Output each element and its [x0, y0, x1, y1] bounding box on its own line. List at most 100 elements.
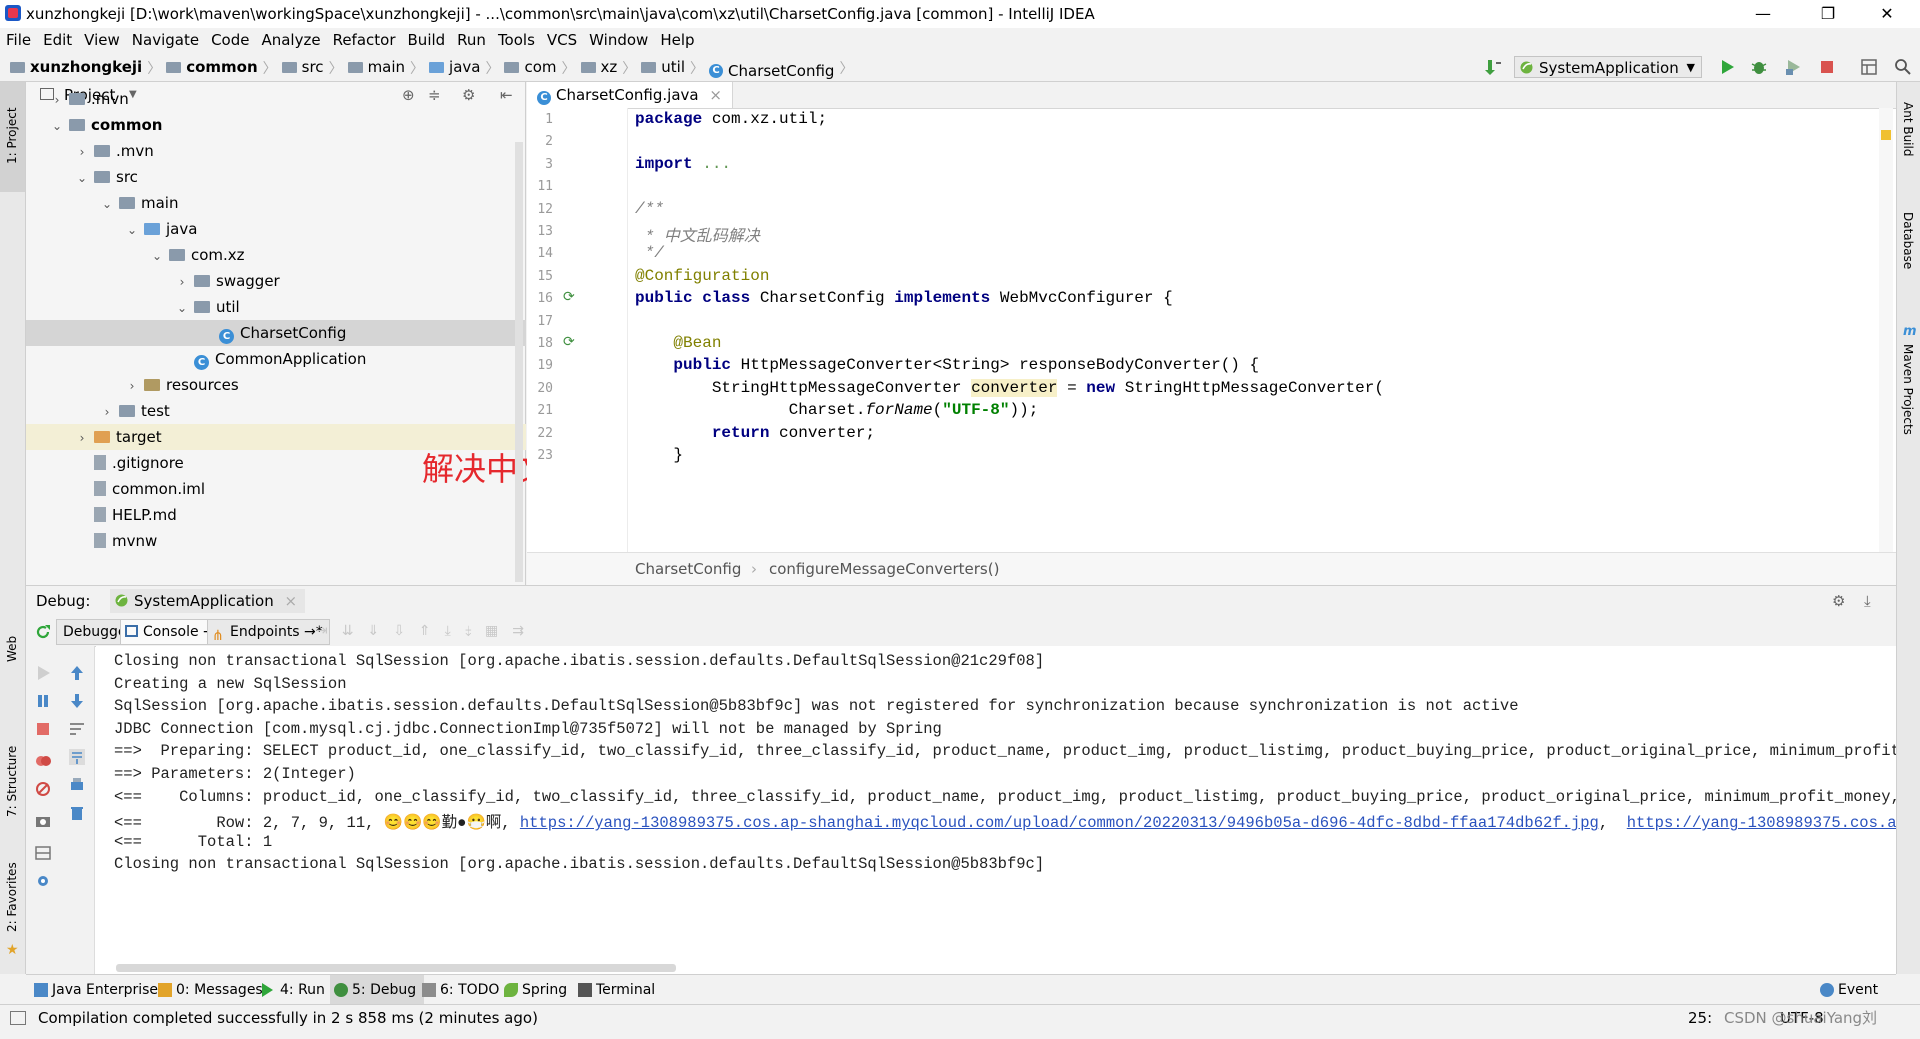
chevron-right-icon[interactable]: ›	[176, 269, 188, 295]
tree-node[interactable]: › swagger	[26, 268, 526, 294]
menu-build[interactable]: Build	[402, 28, 452, 52]
mute-breakpoints-icon[interactable]	[34, 780, 52, 798]
chevron-right-icon[interactable]: ›	[51, 87, 63, 113]
tool-tab-messages[interactable]: 0: Messages	[154, 975, 263, 1005]
chevron-down-icon[interactable]: ⌄	[151, 243, 163, 269]
breadcrumb-method[interactable]: configureMessageConverters()	[769, 553, 999, 586]
project-structure-icon[interactable]	[1860, 58, 1878, 76]
code-line[interactable]: public class CharsetConfig implements We…	[635, 289, 1173, 307]
spring-bean-gutter-icon[interactable]: ⟳	[563, 289, 575, 305]
code-line[interactable]: * 中文乱码解决	[635, 222, 760, 246]
print-icon[interactable]	[68, 776, 86, 794]
menu-navigate[interactable]: Navigate	[126, 28, 205, 52]
menu-code[interactable]: Code	[205, 28, 255, 52]
menu-window[interactable]: Window	[583, 28, 654, 52]
chevron-right-icon[interactable]: ›	[76, 425, 88, 451]
crumb-module[interactable]: common	[166, 52, 258, 82]
project-tool-tab[interactable]: 1: Project	[0, 82, 25, 192]
tree-node[interactable]: ⌄ java	[26, 216, 526, 242]
crumb-xz[interactable]: xz	[580, 52, 617, 82]
chevron-right-icon[interactable]: ›	[126, 373, 138, 399]
menu-tools[interactable]: Tools	[492, 28, 541, 52]
debug-session-tab[interactable]: SystemApplication ×	[110, 589, 306, 613]
gear-icon[interactable]: ⚙	[1832, 586, 1845, 616]
ant-build-tool-tab[interactable]: Ant Build	[1901, 102, 1915, 156]
tree-node[interactable]: ⌄ util	[26, 294, 526, 320]
pause-icon[interactable]	[34, 692, 52, 710]
spring-bean-gutter-icon[interactable]: ⟳	[563, 334, 575, 350]
web-tool-tab[interactable]: Web	[5, 636, 19, 662]
crumb-util[interactable]: util	[641, 52, 685, 82]
tree-node[interactable]: C CharsetConfig	[26, 320, 526, 346]
warning-marker[interactable]	[1881, 130, 1891, 140]
trash-icon[interactable]	[68, 804, 86, 822]
tree-node[interactable]: › test	[26, 398, 526, 424]
structure-tool-tab[interactable]: 7: Structure	[5, 746, 19, 817]
code-line[interactable]: StringHttpMessageConverter converter = n…	[635, 378, 1384, 397]
code-line[interactable]: @Bean	[635, 334, 721, 352]
chevron-right-icon[interactable]: ›	[101, 399, 113, 425]
maven-projects-tool-tab[interactable]: Maven Projects	[1901, 344, 1915, 435]
settings-icon[interactable]	[34, 872, 52, 890]
console-output[interactable]: Closing non transactional SqlSession [or…	[96, 646, 1896, 966]
code-line[interactable]: public HttpMessageConverter<String> resp…	[635, 356, 1259, 374]
tree-node[interactable]: › resources	[26, 372, 526, 398]
tool-tab-event-log[interactable]: Event Log	[1816, 975, 1896, 1028]
chevron-down-icon[interactable]: ⌄	[101, 191, 113, 217]
debug-icon[interactable]	[1750, 58, 1768, 76]
run-icon[interactable]	[1718, 58, 1736, 76]
console-link[interactable]: https://yang-1308989375.cos.ap-shanghai.…	[520, 814, 1599, 832]
close-button[interactable]: ✕	[1864, 0, 1910, 28]
resume-icon[interactable]	[34, 664, 52, 682]
menu-view[interactable]: View	[78, 28, 126, 52]
tool-tab-debug[interactable]: 5: Debug	[330, 975, 425, 1005]
menu-run[interactable]: Run	[451, 28, 492, 52]
tab-charsetconfig[interactable]: C CharsetConfig.java ×	[527, 82, 733, 108]
layout-icon[interactable]	[34, 844, 52, 862]
tool-tab-terminal[interactable]: Terminal	[574, 975, 655, 1005]
crumb-project[interactable]: xunzhongkeji	[10, 52, 142, 82]
chevron-down-icon[interactable]: ⌄	[51, 113, 63, 139]
code-line[interactable]: package com.xz.util;	[635, 110, 827, 128]
tree-node[interactable]: ⌄ com.xz	[26, 242, 526, 268]
toggle-tool-windows-icon[interactable]	[10, 1011, 26, 1025]
menu-help[interactable]: Help	[654, 28, 700, 52]
tool-tab-java-enterprise[interactable]: Java Enterprise	[30, 975, 158, 1005]
hide-panel-icon[interactable]: ⤓	[1864, 586, 1871, 616]
tree-scrollbar[interactable]	[515, 142, 523, 582]
code-line[interactable]: /**	[635, 200, 664, 218]
scroll-to-end-icon[interactable]	[68, 748, 86, 766]
stop-icon[interactable]	[1818, 58, 1836, 76]
soft-wrap-icon[interactable]	[68, 720, 86, 738]
chevron-down-icon[interactable]: ⌄	[176, 295, 188, 321]
code-line[interactable]: return converter;	[635, 424, 875, 442]
database-tool-tab[interactable]: Database	[1901, 212, 1915, 269]
tree-node[interactable]: ⌄ main	[26, 190, 526, 216]
close-tab-icon[interactable]: ×	[709, 86, 722, 104]
restore-button[interactable]: ❐	[1805, 0, 1851, 28]
crumb-com[interactable]: com	[504, 52, 557, 82]
build-arrow-icon[interactable]	[1484, 58, 1502, 76]
console-horizontal-scrollbar[interactable]	[116, 964, 676, 972]
crumb-java[interactable]: java	[429, 52, 480, 82]
menu-edit[interactable]: Edit	[37, 28, 78, 52]
code-line[interactable]: @Configuration	[635, 267, 769, 285]
code-line[interactable]: }	[635, 446, 683, 464]
tree-node[interactable]: C CommonApplication	[26, 346, 526, 372]
chevron-down-icon[interactable]: ⌄	[126, 217, 138, 243]
rerun-icon[interactable]	[34, 623, 52, 641]
code-line[interactable]: */	[635, 244, 664, 262]
tree-node[interactable]: ⌄ common	[26, 112, 526, 138]
menu-refactor[interactable]: Refactor	[327, 28, 402, 52]
crumb-main[interactable]: main	[347, 52, 405, 82]
breadcrumb-class[interactable]: CharsetConfig	[635, 553, 741, 586]
arrow-up-icon[interactable]	[68, 664, 86, 682]
minimize-button[interactable]: —	[1740, 0, 1786, 28]
tree-node[interactable]: mvnw	[26, 528, 526, 554]
run-configuration-select[interactable]: SystemApplication ▼	[1514, 56, 1702, 78]
breakpoints-icon[interactable]	[34, 752, 52, 770]
tool-tab-run[interactable]: 4: Run	[258, 975, 325, 1005]
console-link[interactable]: https://yang-1308989375.cos.ap-sha	[1627, 814, 1896, 832]
caret-position[interactable]: 25:	[1688, 1005, 1712, 1031]
tree-node[interactable]: › .mvn	[26, 138, 526, 164]
